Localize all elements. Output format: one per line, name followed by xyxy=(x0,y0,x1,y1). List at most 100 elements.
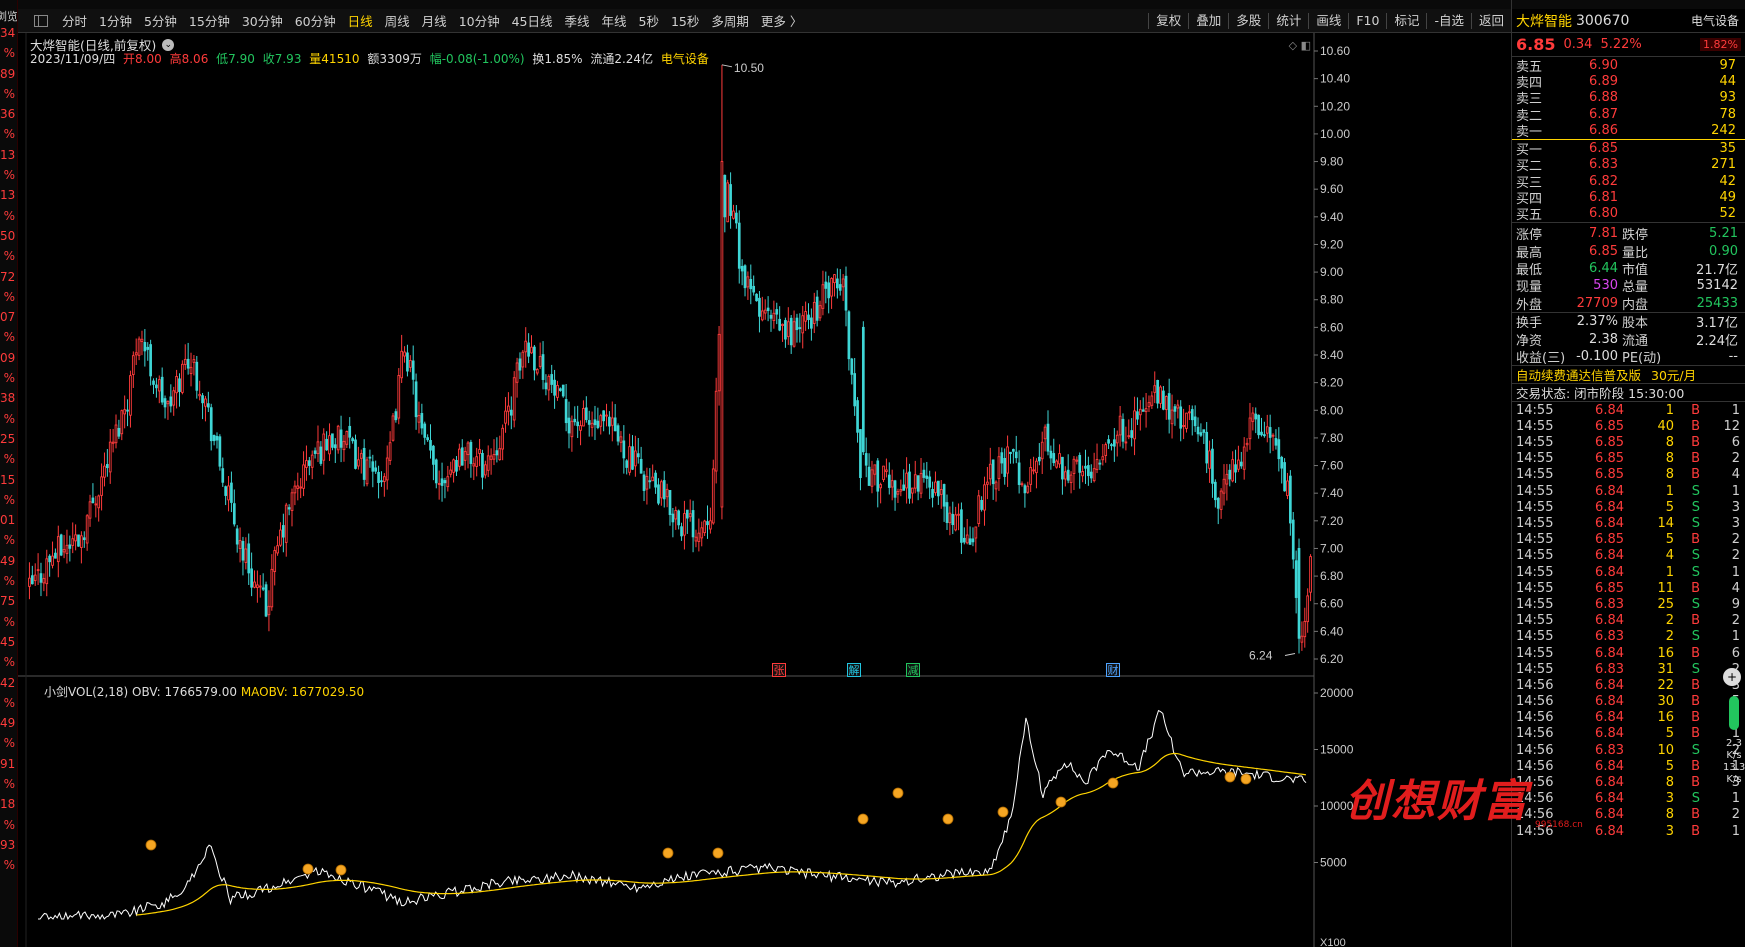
candle-body xyxy=(1144,408,1148,413)
price-axis-label: 7.60 xyxy=(1320,459,1344,473)
tick-list[interactable]: 14:55 6.84 1 B 1 14:55 6.85 40 B 12 14:55 6.85 8 B 6 14… xyxy=(1512,402,1745,839)
chart-tool-button[interactable]: 多股 xyxy=(1228,13,1268,29)
chart-tool-button[interactable]: 标记 xyxy=(1386,13,1426,29)
period-tab[interactable]: 年线 xyxy=(596,11,633,30)
price-axis-label: 10.00 xyxy=(1320,127,1350,141)
candle-body xyxy=(71,538,75,546)
candle-body xyxy=(593,419,597,426)
candle-body xyxy=(965,534,969,544)
period-tab[interactable]: 15秒 xyxy=(665,11,705,30)
tick-time: 14:55 xyxy=(1516,629,1554,645)
period-tab[interactable]: 季线 xyxy=(559,11,596,30)
tick-row: 14:55 6.85 5 B 2 xyxy=(1512,532,1745,548)
candle-body xyxy=(795,317,799,331)
info-sector[interactable]: 电气设备 xyxy=(661,52,709,66)
tick-direction: B xyxy=(1691,758,1700,774)
stock-sector[interactable]: 电气设备 xyxy=(1691,12,1745,29)
tick-direction: S xyxy=(1691,483,1700,499)
candle-body xyxy=(697,532,701,542)
subscription-ad[interactable]: 自动续费通达信普及版 30元/月 xyxy=(1512,366,1745,385)
event-marker-zhang[interactable]: 张 xyxy=(772,663,786,677)
sell-level-row[interactable]: 卖五 6.90 97 xyxy=(1512,57,1745,75)
candle-body xyxy=(1242,446,1246,470)
period-tab[interactable]: 周线 xyxy=(379,11,416,30)
buy-level-row[interactable]: 买二 6.83 271 xyxy=(1512,157,1745,174)
event-marker-cai[interactable]: 财 xyxy=(1106,663,1120,677)
candle-body xyxy=(411,360,415,380)
signal-marker xyxy=(302,863,314,875)
period-tab[interactable]: 60分钟 xyxy=(289,11,342,30)
period-tab[interactable]: 15分钟 xyxy=(183,11,236,30)
price-axis-label: 8.80 xyxy=(1320,293,1344,307)
plus-icon[interactable]: + xyxy=(1723,668,1741,686)
tick-price: 6.83 xyxy=(1595,661,1624,677)
period-tab[interactable]: 1分钟 xyxy=(93,11,138,30)
left-strip-top[interactable]: 浏览 xyxy=(0,0,17,26)
chart-tool-button[interactable]: 画线 xyxy=(1308,13,1348,29)
buy-level-row[interactable]: 买四 6.81 49 xyxy=(1512,189,1745,207)
left-strip-value: % xyxy=(3,289,15,304)
chart-tool-button[interactable]: 返回 xyxy=(1470,13,1511,29)
last-price: 6.85 xyxy=(1516,35,1556,54)
event-marker-jie[interactable]: 解 xyxy=(847,663,861,677)
sell-level-row[interactable]: 卖一 6.86 242 xyxy=(1512,122,1745,140)
candle-body xyxy=(582,407,585,427)
low-pointer xyxy=(1284,652,1296,656)
candle-body xyxy=(948,512,952,524)
kline-svg[interactable]: 10.60 10.40 10.20 10.00 9.80 9.60 9.40 9.20 9.00… xyxy=(18,33,1511,947)
buy-level-row[interactable]: 买三 6.82 42 xyxy=(1512,173,1745,191)
chart-tool-button[interactable]: 统计 xyxy=(1268,13,1308,29)
sell-level-row[interactable]: 卖四 6.89 44 xyxy=(1512,73,1745,91)
period-tab[interactable]: 分时 xyxy=(56,11,93,30)
chart-tool-button[interactable]: 叠加 xyxy=(1188,13,1228,29)
tick-volume: 11 xyxy=(1657,580,1674,596)
chart-tool-button[interactable]: 复权 xyxy=(1148,13,1188,29)
signal-marker xyxy=(1055,796,1067,808)
info-high: 高8.06 xyxy=(169,52,209,66)
candle-body xyxy=(1000,452,1004,464)
tick-price: 6.85 xyxy=(1595,435,1624,451)
candle-body xyxy=(1072,458,1076,474)
chart-window-icons[interactable]: ◇ ◧ xyxy=(1289,39,1311,52)
candle-body xyxy=(968,538,972,545)
period-tab[interactable]: 5秒 xyxy=(633,11,665,30)
candle-body xyxy=(602,410,605,422)
stock-code: 300670 xyxy=(1576,12,1630,29)
period-tab[interactable]: 日线 xyxy=(342,11,379,30)
candle-body xyxy=(455,459,458,472)
indicator-name[interactable]: 小剑VOL(2,18) xyxy=(44,685,128,699)
period-tab[interactable]: 5分钟 xyxy=(138,11,183,30)
period-tab[interactable]: 10分钟 xyxy=(453,11,506,30)
candle-body xyxy=(383,476,386,482)
period-tab[interactable]: 30分钟 xyxy=(236,11,289,30)
candle-body xyxy=(954,514,957,531)
candle-body xyxy=(683,513,686,536)
left-strip-value: % xyxy=(3,330,15,345)
period-tab[interactable]: 更多 〉 xyxy=(755,11,808,30)
period-tab[interactable]: 45日线 xyxy=(506,11,559,30)
candle-body xyxy=(994,481,998,490)
sell-level-row[interactable]: 卖三 6.88 93 xyxy=(1512,90,1745,107)
chart-tool-button[interactable]: -自选 xyxy=(1426,13,1471,29)
left-strip-value: 72 xyxy=(0,269,16,284)
candle-body xyxy=(385,457,389,481)
sidebar-toggle-icon[interactable] xyxy=(34,14,48,27)
period-tab[interactable]: 多周期 xyxy=(705,11,755,30)
chart-tool-button[interactable]: F10 xyxy=(1348,13,1386,29)
candle-body xyxy=(169,396,173,407)
event-marker-jian[interactable]: 减 xyxy=(906,663,920,677)
kline-chart[interactable]: 10.60 10.40 10.20 10.00 9.80 9.60 9.40 9.20 9.00… xyxy=(18,33,1511,947)
candle-body xyxy=(302,464,305,489)
sell-level-row[interactable]: 卖二 6.87 78 xyxy=(1512,106,1745,124)
candle-body xyxy=(495,450,499,456)
signal-marker xyxy=(857,813,869,825)
info-date: 2023/11/09/四 xyxy=(30,52,116,66)
candle-body xyxy=(786,321,790,338)
period-tab[interactable]: 月线 xyxy=(416,11,453,30)
tick-time: 14:55 xyxy=(1516,418,1554,434)
stat-label: 涨停 xyxy=(1516,228,1543,244)
buy-level-row[interactable]: 买五 6.80 52 xyxy=(1512,206,1745,223)
quote-stats: 涨停 7.81 跌停 5.21 最高 6.85 量比 0.90 最低 6.44 市值 21.7亿 现量 5… xyxy=(1512,223,1745,313)
chart-title-dropdown-icon[interactable]: ⌄ xyxy=(162,38,175,51)
buy-level-row[interactable]: 买一 6.85 35 xyxy=(1512,140,1745,158)
